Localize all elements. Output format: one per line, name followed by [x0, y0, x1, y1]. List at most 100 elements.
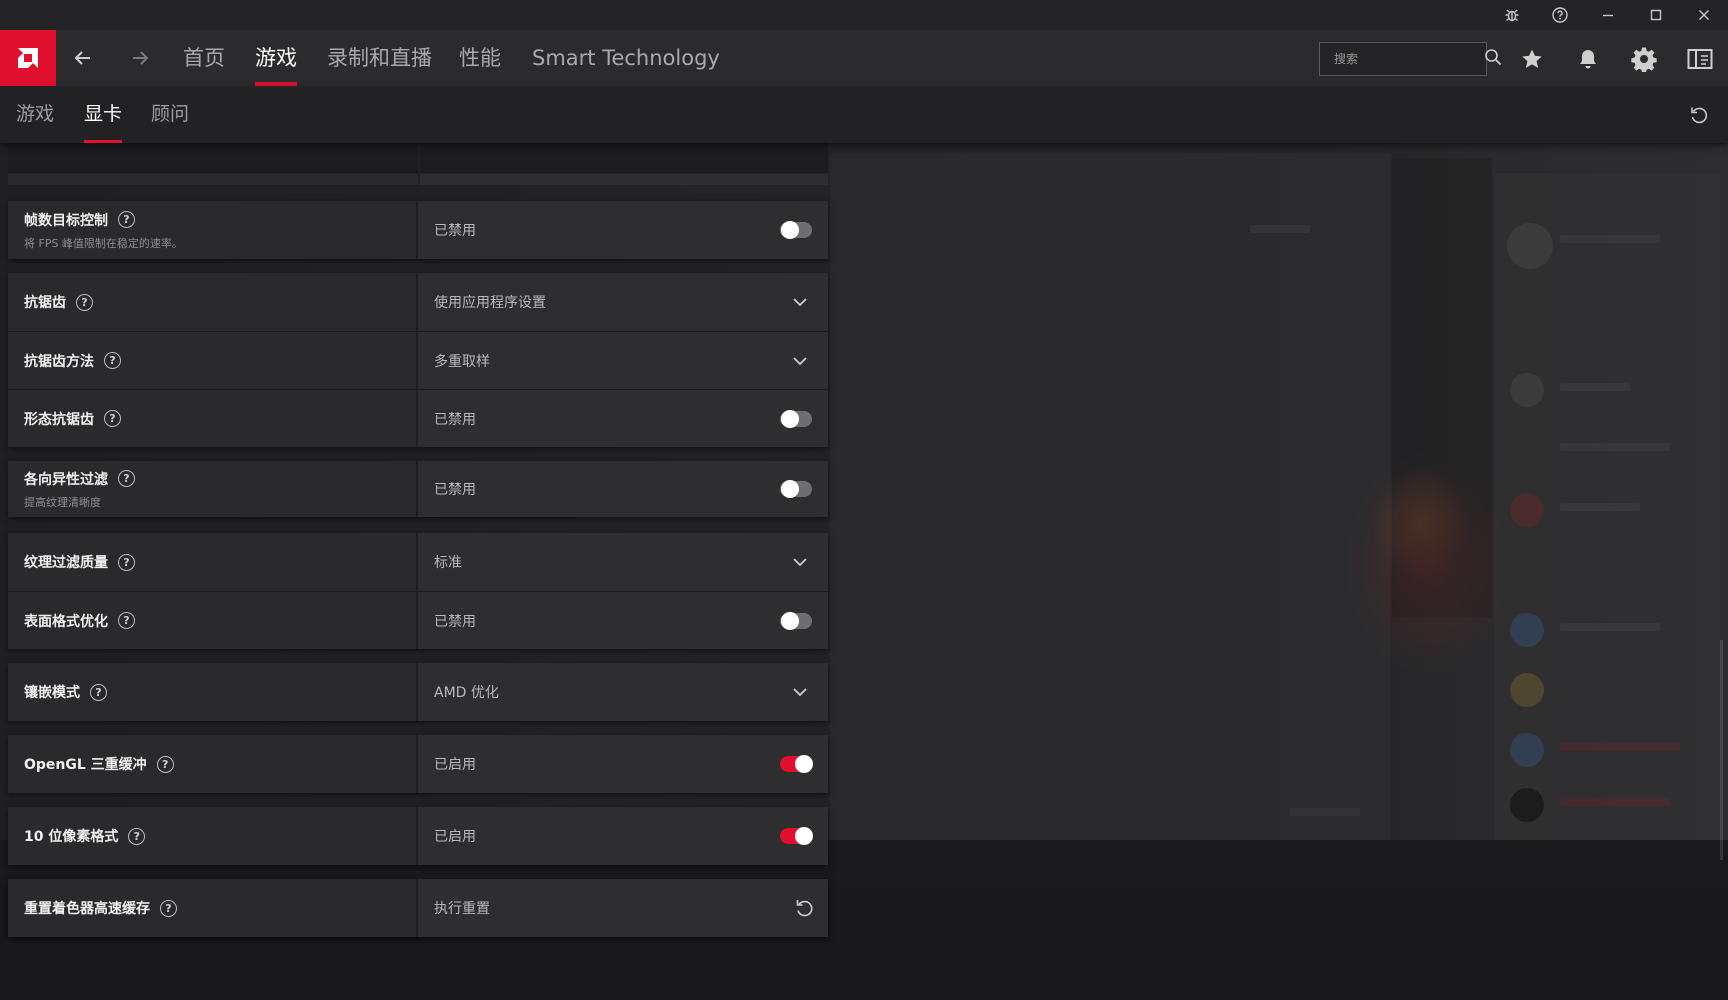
help-icon[interactable]: [1540, 0, 1580, 30]
sub-tab-games[interactable]: 游戏: [16, 86, 54, 143]
setting-value: 已启用: [434, 829, 476, 845]
nav-tab-performance[interactable]: 性能: [459, 30, 501, 86]
settings-group: 镶嵌模式 ? AMD 优化: [8, 663, 828, 721]
help-icon[interactable]: ?: [118, 211, 135, 228]
help-icon[interactable]: ?: [160, 899, 177, 917]
maximize-icon[interactable]: [1636, 0, 1676, 30]
setting-value: 已禁用: [434, 613, 476, 630]
dropdown-value: 标准: [434, 555, 462, 571]
setting-value: 已禁用: [434, 411, 476, 428]
setting-row-reset-shader-cache: 重置着色器高速缓存 ? 执行重置: [8, 879, 828, 937]
nav-tab-record-stream[interactable]: 录制和直播: [327, 30, 432, 86]
setting-label: 重置着色器高速缓存: [24, 901, 150, 917]
title-bar: [0, 0, 1728, 30]
dropdown-value: 多重取样: [434, 353, 490, 370]
help-icon[interactable]: ?: [118, 612, 135, 629]
back-arrow-icon[interactable]: [67, 42, 99, 74]
settings-group: 10 位像素格式 ? 已启用: [8, 807, 828, 865]
setting-value-cell[interactable]: 已启用: [418, 735, 828, 793]
amd-logo[interactable]: [0, 30, 56, 86]
setting-row-10-bit-pixel-format: 10 位像素格式 ? 已启用: [8, 807, 828, 865]
nav-tab-gaming[interactable]: 游戏: [255, 30, 297, 86]
setting-value-cell[interactable]: 已禁用: [418, 201, 828, 259]
dropdown-value: 使用应用程序设置: [434, 295, 546, 311]
setting-row-frame-rate-target: 帧数目标控制 ? 将 FPS 峰值限制在稳定的速率。 已禁用: [8, 201, 828, 259]
help-icon[interactable]: ?: [156, 755, 174, 773]
setting-label-cell: 纹理过滤质量 ?: [8, 533, 418, 591]
setting-value-cell[interactable]: 已禁用: [418, 461, 828, 517]
dropdown-select[interactable]: 标准: [418, 533, 828, 591]
setting-label-cell: OpenGL 三重缓冲 ?: [8, 735, 418, 793]
setting-label-cell: 抗锯齿 ?: [8, 273, 418, 331]
help-icon[interactable]: ?: [104, 352, 121, 369]
chevron-down-icon: [793, 356, 807, 365]
setting-description: 将 FPS 峰值限制在稳定的速率。: [24, 236, 183, 250]
toggle-switch[interactable]: [780, 611, 812, 630]
sub-tab-advisors[interactable]: 顾问: [151, 86, 189, 143]
setting-label: 纹理过滤质量: [24, 555, 108, 571]
setting-label-cell: 帧数目标控制 ? 将 FPS 峰值限制在稳定的速率。: [8, 201, 418, 259]
setting-value: 已启用: [434, 757, 476, 773]
search-icon[interactable]: [1484, 48, 1502, 70]
dropdown-select[interactable]: 使用应用程序设置: [418, 273, 828, 331]
setting-row-opengl-triple-buffering: OpenGL 三重缓冲 ? 已启用: [8, 735, 828, 793]
setting-row-tessellation-mode: 镶嵌模式 ? AMD 优化: [8, 663, 828, 721]
setting-label-cell: 10 位像素格式 ?: [8, 807, 418, 865]
chevron-down-icon: [793, 298, 807, 307]
reset-icon[interactable]: [794, 897, 816, 919]
sidebar-panel-icon[interactable]: [1683, 42, 1717, 76]
setting-value: 已禁用: [434, 482, 476, 498]
setting-label-cell: 形态抗锯齿 ?: [8, 390, 418, 447]
setting-row-surface-format-optimization: 表面格式优化 ? 已禁用: [8, 591, 828, 649]
minimize-icon[interactable]: [1588, 0, 1628, 30]
settings-group: OpenGL 三重缓冲 ? 已启用: [8, 735, 828, 793]
scrollbar[interactable]: [1720, 640, 1723, 860]
search-box[interactable]: [1319, 42, 1502, 76]
settings-group: 重置着色器高速缓存 ? 执行重置: [8, 879, 828, 937]
settings-group: 纹理过滤质量 ? 标准 表面格式优化 ? 已禁用: [8, 533, 828, 649]
notifications-bell-icon[interactable]: [1571, 42, 1605, 76]
help-icon[interactable]: ?: [90, 683, 107, 701]
help-icon[interactable]: ?: [128, 827, 146, 845]
toggle-switch[interactable]: [780, 221, 812, 239]
dropdown-select[interactable]: 多重取样: [418, 332, 828, 389]
partial-setting-row: [8, 143, 828, 185]
bug-icon[interactable]: [1492, 0, 1532, 30]
reset-all-icon[interactable]: [1684, 100, 1714, 130]
toggle-switch[interactable]: [780, 827, 813, 845]
toggle-switch[interactable]: [780, 755, 813, 773]
nav-tab-home[interactable]: 首页: [183, 30, 225, 86]
search-input[interactable]: [1334, 52, 1484, 66]
close-icon[interactable]: [1684, 0, 1724, 30]
settings-group: 帧数目标控制 ? 将 FPS 峰值限制在稳定的速率。 已禁用: [8, 201, 828, 259]
main-nav: 首页 游戏 录制和直播 性能 Smart Technology: [0, 30, 1728, 86]
toggle-switch[interactable]: [780, 480, 812, 498]
setting-label-cell: 表面格式优化 ?: [8, 592, 418, 649]
setting-row-anisotropic-filtering: 各向异性过滤 ? 提高纹理清晰度 已禁用: [8, 461, 828, 517]
setting-row-anti-aliasing-method: 抗锯齿方法 ? 多重取样: [8, 331, 828, 389]
perform-reset-button[interactable]: 执行重置: [418, 879, 828, 937]
help-icon[interactable]: ?: [76, 293, 93, 311]
setting-row-anti-aliasing: 抗锯齿 ? 使用应用程序设置: [8, 273, 828, 331]
setting-description: 提高纹理清晰度: [24, 495, 101, 509]
setting-value-cell[interactable]: 已禁用: [418, 390, 828, 447]
setting-value-cell[interactable]: 已禁用: [418, 592, 828, 649]
setting-label-cell: 各向异性过滤 ? 提高纹理清晰度: [8, 461, 418, 517]
chevron-down-icon: [793, 688, 807, 697]
setting-label: OpenGL 三重缓冲: [24, 757, 147, 773]
setting-value-cell[interactable]: 已启用: [418, 807, 828, 865]
help-icon[interactable]: ?: [104, 410, 121, 427]
help-icon[interactable]: ?: [118, 553, 135, 571]
help-icon[interactable]: ?: [118, 470, 135, 487]
sub-tab-graphics[interactable]: 显卡: [84, 86, 123, 143]
setting-label: 各向异性过滤: [24, 471, 108, 488]
favorites-star-icon[interactable]: [1515, 42, 1549, 76]
setting-label: 形态抗锯齿: [24, 411, 94, 428]
settings-gear-icon[interactable]: [1627, 42, 1661, 76]
forward-arrow-icon[interactable]: [124, 42, 156, 74]
settings-group: 各向异性过滤 ? 提高纹理清晰度 已禁用: [8, 461, 828, 517]
nav-tab-smart-technology[interactable]: Smart Technology: [532, 30, 720, 86]
toggle-switch[interactable]: [780, 409, 812, 428]
dropdown-select[interactable]: AMD 优化: [418, 663, 828, 721]
setting-label: 10 位像素格式: [24, 829, 119, 845]
